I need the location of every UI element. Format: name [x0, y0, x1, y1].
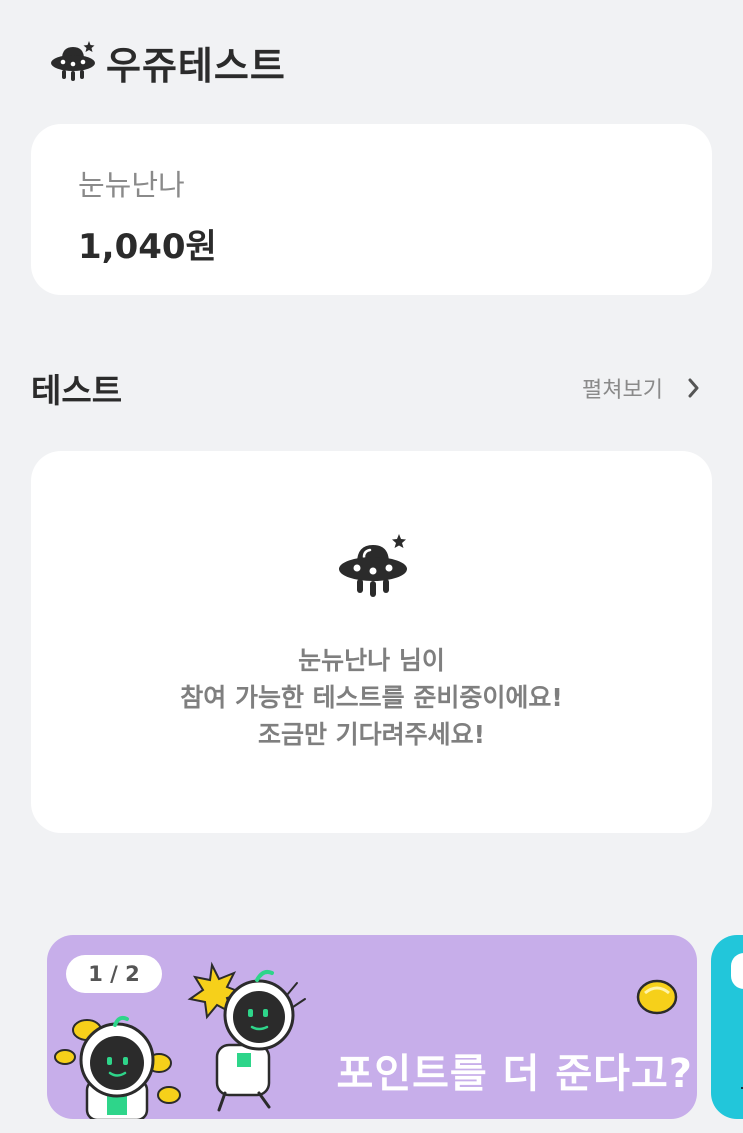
ufo-icon: [339, 534, 407, 597]
empty-message-line: 조금만 기다려주세요!: [257, 720, 486, 749]
user-name: 눈뉴난나: [78, 168, 185, 202]
astronaut-left: [79, 1015, 155, 1119]
chevron-right-icon: [688, 378, 699, 398]
promo-banner[interactable]: 1 / 2 포인트를 더 준다고?: [47, 935, 697, 1119]
app-header: 우쥬테스트: [48, 34, 286, 90]
coin-icon: [636, 979, 678, 1015]
empty-message: 눈뉴난나 님이 참여 가능한 테스트를 준비중이에요! 조금만 기다려주세요!: [31, 642, 712, 753]
empty-message-line: 참여 가능한 테스트를 준비중이에요!: [180, 683, 563, 712]
ufo-icon: [51, 41, 95, 81]
expand-tests-link[interactable]: 펼쳐보기: [582, 372, 701, 404]
section-title-test: 테스트: [31, 371, 123, 410]
next-banner-shape: [731, 953, 743, 989]
point-balance: 1,040원: [78, 227, 217, 267]
expand-label: 펼쳐보기: [582, 378, 663, 403]
banner-headline: 포인트를 더 준다고?: [336, 1051, 693, 1097]
test-empty-card: 눈뉴난나 님이 참여 가능한 테스트를 준비중이에요! 조금만 기다려주세요!: [31, 451, 712, 833]
app-title: 우쥬테스트: [106, 43, 286, 88]
user-balance-card[interactable]: 눈뉴난나 1,040원: [31, 124, 712, 295]
empty-message-line: 눈뉴난나 님이: [298, 646, 445, 675]
next-banner-peek[interactable]: [711, 935, 743, 1119]
banner-page-indicator: 1 / 2: [66, 955, 162, 993]
